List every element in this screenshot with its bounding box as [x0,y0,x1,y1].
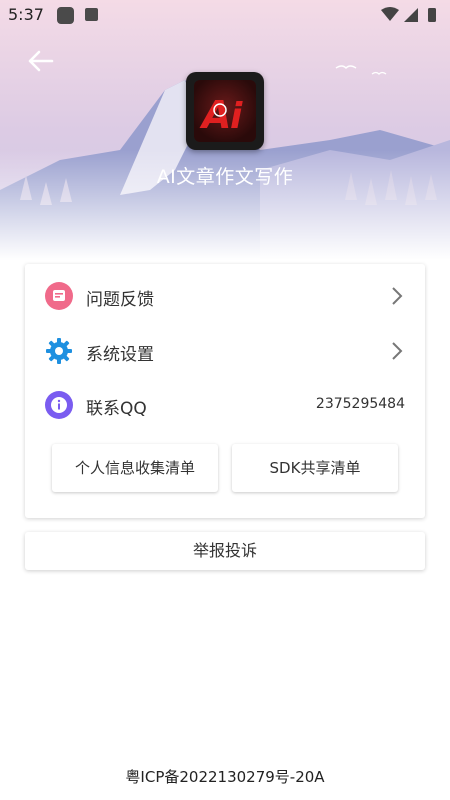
app-notification-icon [85,8,98,21]
ai-logo-icon: A i [199,93,243,137]
menu-item-label: 系统设置 [86,345,154,365]
report-button[interactable]: 举报投诉 [25,532,425,570]
notification-icon [57,7,74,24]
header-banner: A i AI文章作文写作 [0,0,450,260]
status-time: 5:37 [8,5,44,24]
signal-icon [404,8,418,22]
battery-icon [428,8,436,22]
info-icon [45,391,73,419]
icp-record-link[interactable]: 粤ICP备2022130279号-20A [0,766,450,787]
back-button[interactable] [22,46,58,76]
settings-card: 问题反馈 系统设置 联系QQ 2375295484 个人信息收集清单 SDK共享… [25,264,425,518]
menu-item-feedback[interactable]: 问题反馈 [25,274,425,318]
gear-icon [45,337,73,365]
sdk-share-list-button[interactable]: SDK共享清单 [232,444,398,492]
chevron-right-icon [392,342,403,360]
app-title: AI文章作文写作 [156,166,294,188]
menu-item-contact-qq[interactable]: 联系QQ 2375295484 [25,383,425,427]
arrow-left-icon [28,50,54,72]
svg-text:i: i [230,96,243,137]
feedback-icon [45,282,73,310]
status-icons [381,7,436,22]
app-logo: A i [186,72,264,150]
menu-item-label: 问题反馈 [86,290,154,310]
chevron-right-icon [392,287,403,305]
menu-item-settings[interactable]: 系统设置 [25,329,425,373]
svg-text:A: A [199,93,231,137]
personal-info-list-button[interactable]: 个人信息收集清单 [52,444,218,492]
wifi-icon [381,7,399,21]
status-bar: 5:37 [0,0,450,30]
qq-number: 2375295484 [315,396,405,412]
menu-item-label: 联系QQ [86,399,147,419]
